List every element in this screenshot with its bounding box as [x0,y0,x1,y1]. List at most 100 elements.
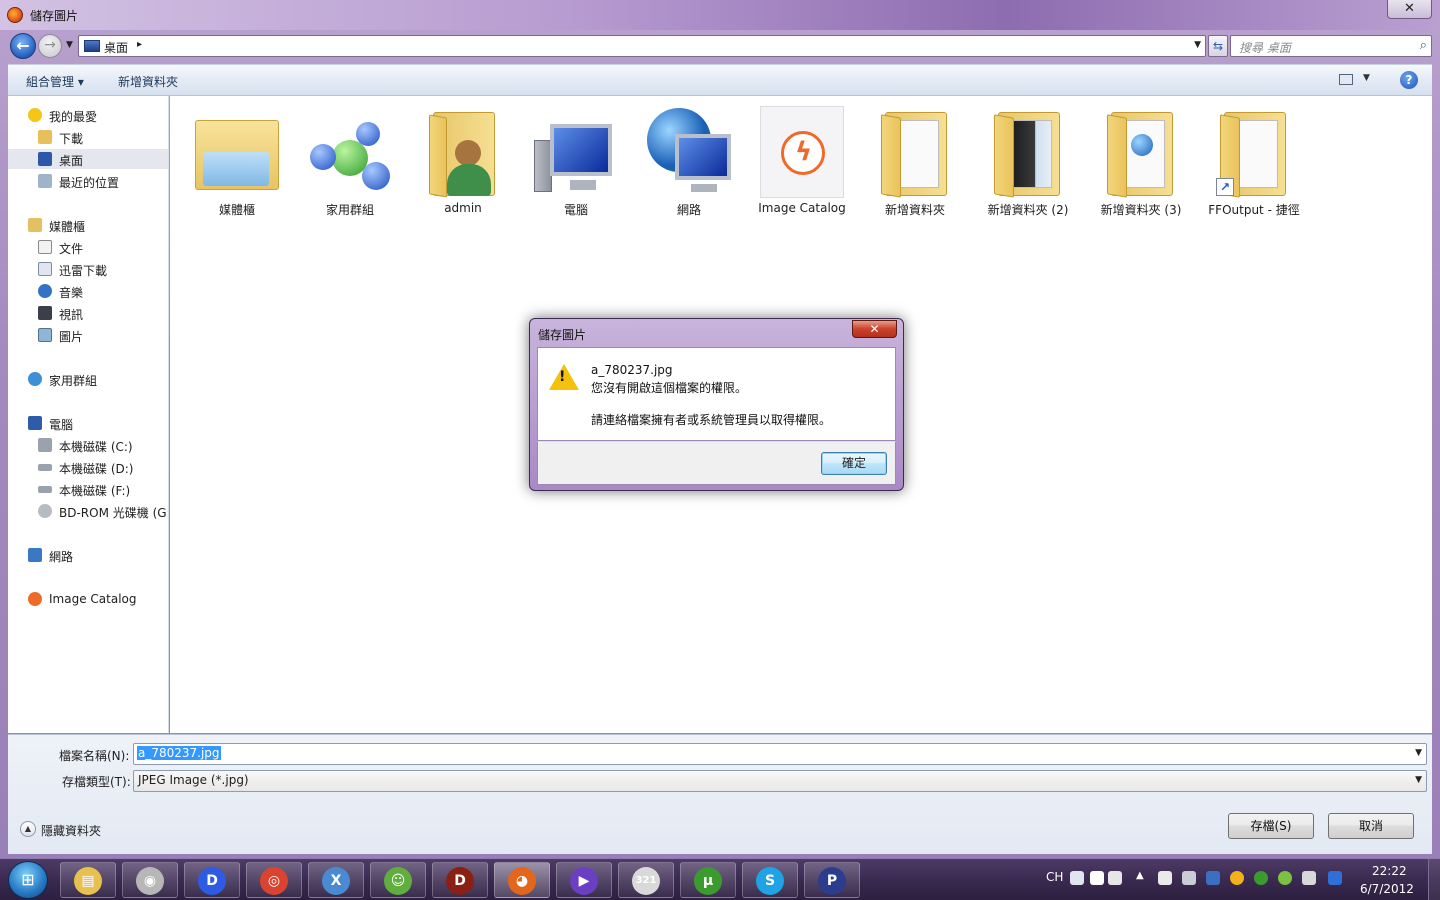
breadcrumb-chevron-icon[interactable]: ▸ [137,39,142,50]
sidebar-item-music[interactable]: 音樂 [8,281,168,301]
sidebar-item-bd-rom[interactable]: BD-ROM 光碟機 (G: [8,501,168,521]
new-folder-button[interactable]: 新增資料夾 [118,73,178,90]
taskbar-app-button[interactable]: D [432,862,488,898]
dialog-close-button[interactable]: ✕ [852,320,897,338]
filename-history-dropdown[interactable]: ▼ [1415,748,1422,758]
language-indicator[interactable]: CH [1046,870,1063,884]
clock-time[interactable]: 22:22 [1372,864,1407,878]
desktop-icon [84,40,100,52]
file-item-new-folder-2[interactable]: 新增資料夾 (2) [975,102,1081,220]
file-item-image-catalog[interactable]: ϟ Image Catalog [749,102,855,220]
library-folder-icon [195,106,279,198]
taskbar-app-button[interactable]: ▤ [60,862,116,898]
chevron-down-icon[interactable]: ▼ [1415,775,1422,785]
clock-date[interactable]: 6/7/2012 [1360,882,1414,896]
file-item-new-folder[interactable]: 新增資料夾 [862,102,968,220]
file-item-homegroup[interactable]: 家用群組 [297,102,403,220]
save-type-select[interactable]: JPEG Image (*.jpg) ▼ [133,770,1427,792]
sidebar-item-homegroup[interactable]: 家用群組 [8,369,168,389]
search-icon[interactable]: ⌕ [1420,38,1427,53]
warning-mark: ! [559,369,566,385]
sidebar-item-label: 視訊 [59,308,84,322]
taskbar-app-button[interactable]: 321 [618,862,674,898]
sidebar-item-image-catalog[interactable]: Image Catalog [8,589,168,609]
usb-device-icon[interactable] [1182,871,1196,885]
start-button[interactable]: ⊞ [8,861,48,899]
show-hidden-icons-icon[interactable]: ▲ [1136,870,1144,881]
change-view-icon[interactable] [1339,74,1353,85]
taskbar-app-button[interactable]: S [742,862,798,898]
sidebar-item-desktop[interactable]: 桌面 [8,149,168,169]
taskbar-app-button[interactable]: X [308,862,364,898]
navigation-pane: 我的最愛 下載 桌面 最近的位置 媒體櫃 文件 迅雷下載 音樂 視訊 圖片 家用… [8,96,169,733]
file-item-computer[interactable]: 電腦 [523,102,629,220]
file-item-network[interactable]: 網路 [636,102,742,220]
filename-input[interactable]: a_780237.jpg ▼ [133,743,1427,765]
file-item-libraries[interactable]: 媒體櫃 [184,102,290,220]
sidebar-item-drive-f[interactable]: 本機磁碟 (F:) [8,479,168,499]
folder-icon [1099,106,1183,198]
taskbar-app-button[interactable]: ▶ [556,862,612,898]
sidebar-item-computer[interactable]: 電腦 [8,413,168,433]
address-dropdown[interactable]: ▼ [1194,40,1201,50]
sidebar-item-network[interactable]: 網路 [8,545,168,565]
taskbar-app-button[interactable]: P [804,862,860,898]
refresh-button[interactable]: ⇆ [1208,35,1228,57]
search-input[interactable]: 搜尋 桌面 ⌕ [1230,35,1432,57]
volume-icon[interactable] [1302,871,1316,885]
sidebar-item-label: 本機磁碟 (F:) [59,484,131,498]
breadcrumb-desktop[interactable]: 桌面 [104,39,128,56]
taskbar-app-button[interactable]: ☺ [370,862,426,898]
recent-places-icon [38,174,52,188]
sidebar-item-libraries[interactable]: 媒體櫃 [8,215,168,235]
help-icon[interactable]: ? [1400,71,1418,89]
collapse-up-icon[interactable]: ▲ [20,821,36,837]
sidebar-item-drive-d[interactable]: 本機磁碟 (D:) [8,457,168,477]
recent-pages-dropdown[interactable]: ▼ [66,40,73,50]
desktop-icon [38,152,52,166]
navigation-bar: ← → ▼ 桌面 ▸ ▼ ⇆ 搜尋 桌面 ⌕ [8,31,1432,61]
sidebar-item-documents[interactable]: 文件 [8,237,168,257]
action-center-flag-icon[interactable] [1158,871,1172,885]
network-tray-icon[interactable] [1206,871,1220,885]
taskbar-app-button[interactable]: µ [680,862,736,898]
ok-button[interactable]: 確定 [821,452,887,475]
security-tray-icon[interactable] [1278,871,1292,885]
sidebar-item-pictures[interactable]: 圖片 [8,325,168,345]
taskbar-app-button[interactable]: ◎ [246,862,302,898]
filename-value[interactable]: a_780237.jpg [137,746,221,760]
save-button[interactable]: 存檔(S) [1228,813,1314,839]
organize-menu[interactable]: 組合管理 ▾ [26,73,84,90]
save-type-value: JPEG Image (*.jpg) [138,773,249,787]
back-button[interactable]: ← [10,33,36,59]
keyboard-mode-icon[interactable] [1108,871,1122,885]
sidebar-item-downloads[interactable]: 下載 [8,127,168,147]
music-icon [38,284,52,298]
sidebar-item-label: 音樂 [59,286,84,300]
forward-button[interactable]: → [38,34,62,58]
font-size-icon[interactable] [1090,871,1104,885]
sidebar-item-video[interactable]: 視訊 [8,303,168,323]
view-options-dropdown[interactable]: ▼ [1363,73,1370,83]
show-desktop-button[interactable] [1428,859,1440,900]
bluetooth-icon[interactable] [1328,871,1342,885]
sidebar-item-thunder-download[interactable]: 迅雷下載 [8,259,168,279]
sidebar-item-favorites[interactable]: 我的最愛 [8,105,168,125]
sidebar-item-drive-c[interactable]: 本機磁碟 (C:) [8,435,168,455]
sidebar-item-label: 本機磁碟 (D:) [59,462,134,476]
cancel-button[interactable]: 取消 [1328,813,1414,839]
sidebar-item-recent-places[interactable]: 最近的位置 [8,171,168,191]
input-method-icon[interactable] [1070,871,1084,885]
notification-icon[interactable] [1230,871,1244,885]
file-item-new-folder-3[interactable]: 新增資料夾 (3) [1088,102,1194,220]
taskbar-app-button[interactable]: ◉ [122,862,178,898]
close-window-button[interactable]: ✕ [1387,0,1432,19]
search-placeholder: 搜尋 桌面 [1239,41,1291,55]
taskbar-app-button[interactable]: ◕ [494,862,550,898]
dialog-title: 儲存圖片 [538,328,587,342]
file-item-ffoutput-shortcut[interactable]: ↗ FFOutput - 捷徑 [1201,102,1307,220]
file-item-admin[interactable]: admin [410,102,516,220]
utorrent-tray-icon[interactable] [1254,871,1268,885]
taskbar-app-button[interactable]: D [184,862,240,898]
address-bar[interactable]: 桌面 ▸ ▼ [78,35,1206,57]
